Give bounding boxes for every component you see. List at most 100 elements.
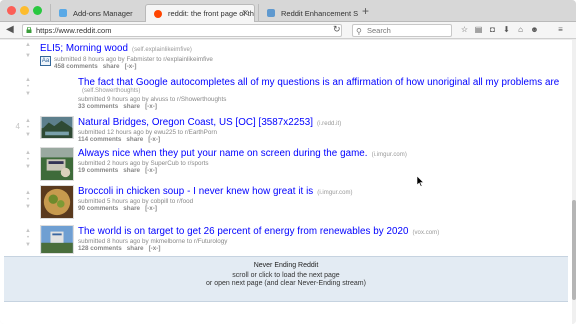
post-buttons: 458 comments share [-x-] — [54, 63, 141, 70]
share-link[interactable]: share — [127, 245, 144, 252]
comments-link[interactable]: 33 comments — [78, 103, 118, 110]
downvote-icon[interactable]: ▼ — [23, 53, 33, 59]
back-button[interactable]: ◀ — [6, 24, 14, 36]
url-text: https://www.reddit.com — [36, 26, 112, 35]
hide-link[interactable]: [-x-] — [125, 63, 137, 70]
comments-link[interactable]: 458 comments — [54, 63, 98, 70]
page-scrollbar[interactable] — [572, 40, 576, 324]
share-link[interactable]: share — [123, 205, 140, 212]
lock-icon — [26, 27, 32, 33]
res-favicon-icon — [267, 9, 275, 17]
post-domain[interactable]: (self.explainlikeimfive) — [132, 47, 192, 53]
comments-link[interactable]: 19 comments — [78, 167, 118, 174]
post-title[interactable]: ELI5; Morning wood (self.explainlikeimfiv… — [40, 43, 192, 54]
downvote-icon[interactable]: ▼ — [23, 91, 33, 97]
tab-reddit[interactable]: reddit: the front page of th... ✕ — [145, 4, 255, 22]
share-link[interactable]: share — [123, 103, 140, 110]
ner-load-next-link[interactable]: scroll or click to load the next page — [4, 272, 568, 279]
reload-button[interactable]: ↻ — [333, 24, 341, 34]
share-link[interactable]: share — [103, 63, 120, 70]
post-thumbnail[interactable] — [40, 116, 74, 139]
post-item: ▲ • ▼ Always nice when they put your nam… — [0, 146, 572, 184]
vote-controls: ▲ • ▼ — [23, 190, 33, 210]
post-score: • — [26, 83, 30, 90]
home-icon[interactable]: ⌂ — [516, 25, 525, 35]
comments-link[interactable]: 114 comments — [78, 136, 121, 143]
tab-bar: Add-ons Manager reddit: the front page o… — [0, 0, 576, 22]
post-domain[interactable]: (i.imgur.com) — [317, 190, 352, 196]
post-domain[interactable]: (self.Showerthoughts) — [82, 88, 140, 94]
never-ending-reddit-panel[interactable]: Never Ending Reddit scroll or click to l… — [4, 256, 568, 302]
vote-controls: ▲ • ▼ — [23, 150, 33, 170]
reddit-favicon-icon — [154, 10, 162, 18]
page-content: ▲ ▼ Aa ELI5; Morning wood (self.explainli… — [0, 40, 572, 324]
post-title[interactable]: The fact that Google autocompletes all o… — [78, 77, 559, 88]
hide-link[interactable]: [-x-] — [145, 205, 157, 212]
menu-icon[interactable]: ≡ — [556, 25, 565, 35]
search-icon: ⚲ — [356, 27, 362, 36]
upvote-icon[interactable]: ▲ — [23, 42, 33, 48]
post-buttons: 128 comments share [-x-] — [78, 245, 165, 252]
post-title[interactable]: The world is on target to get 26 percent… — [78, 226, 439, 237]
post-domain[interactable]: (vox.com) — [412, 230, 439, 236]
ner-open-next-page-link[interactable]: or open next page (and clear Never-Endin… — [4, 280, 568, 287]
minimize-window-button[interactable] — [20, 6, 29, 15]
vote-controls: ▲ • ▼ — [23, 228, 33, 248]
search-input[interactable]: ⚲ Search — [352, 24, 452, 37]
search-placeholder: Search — [367, 26, 391, 35]
post-thumbnail[interactable] — [40, 147, 74, 181]
extension-icon[interactable]: ☻ — [530, 25, 539, 35]
pocket-icon[interactable]: ◘ — [488, 25, 497, 35]
downvote-icon[interactable]: ▼ — [23, 204, 33, 210]
share-link[interactable]: share — [126, 136, 143, 143]
tab-label: Add-ons Manager — [73, 8, 133, 18]
post-title[interactable]: Broccoli in chicken soup - I never knew … — [78, 186, 353, 197]
post-title[interactable]: Natural Bridges, Oregon Coast, US [OC] [… — [78, 117, 341, 128]
hide-link[interactable]: [-x-] — [148, 136, 160, 143]
close-window-button[interactable] — [7, 6, 16, 15]
close-tab-icon[interactable]: ✕ — [241, 8, 249, 19]
post-item: 4 ▲ • ▼ Natural Bridges, Oregon Coast, U… — [0, 114, 572, 144]
post-tagline: submitted 8 hours ago by Fabmister to r/… — [54, 56, 213, 63]
post-thumbnail[interactable] — [40, 225, 74, 254]
hide-link[interactable]: [-x-] — [145, 103, 157, 110]
post-buttons: 19 comments share [-x-] — [78, 167, 162, 174]
post-score: • — [26, 156, 30, 163]
scrollbar-thumb[interactable] — [572, 200, 576, 300]
vote-controls: ▲ • ▼ — [23, 77, 33, 97]
post-tagline: submitted 5 hours ago by cobpill to r/fo… — [78, 198, 194, 205]
new-tab-button[interactable]: + — [362, 5, 369, 17]
addons-favicon-icon — [59, 9, 67, 17]
comments-link[interactable]: 90 comments — [78, 205, 118, 212]
downvote-icon[interactable]: ▼ — [23, 242, 33, 248]
reading-list-icon[interactable]: ▤ — [474, 25, 483, 35]
post-item: ▲ • ▼ Broccoli in chicken soup - I never… — [0, 184, 572, 222]
tab-reddit-enhancement-suite[interactable]: Reddit Enhancement Suite — [258, 4, 358, 22]
browser-window: Add-ons Manager reddit: the front page o… — [0, 0, 576, 324]
post-score: • — [26, 196, 30, 203]
maximize-window-button[interactable] — [33, 6, 42, 15]
post-title[interactable]: Always nice when they put your name on s… — [78, 148, 407, 159]
tab-addons-manager[interactable]: Add-ons Manager — [50, 4, 142, 22]
hide-link[interactable]: [-x-] — [145, 167, 157, 174]
post-thumbnail[interactable] — [40, 185, 74, 219]
hide-link[interactable]: [-x-] — [149, 245, 161, 252]
star-icon[interactable]: ☆ — [460, 25, 469, 35]
downvote-icon[interactable]: ▼ — [23, 132, 33, 138]
url-bar[interactable]: https://www.reddit.com — [22, 24, 342, 37]
download-icon[interactable]: ⬇ — [502, 25, 511, 35]
share-link[interactable]: share — [123, 167, 140, 174]
post-tagline: submitted 2 hours ago by SuperCub to r/s… — [78, 160, 209, 167]
mouse-cursor-icon — [417, 176, 425, 187]
post-domain[interactable]: (i.redd.it) — [317, 121, 341, 127]
post-buttons: 114 comments share [-x-] — [78, 136, 165, 143]
post-score: • — [26, 124, 30, 131]
downvote-icon[interactable]: ▼ — [23, 164, 33, 170]
post-domain[interactable]: (i.imgur.com) — [372, 152, 407, 158]
comments-link[interactable]: 128 comments — [78, 245, 122, 252]
post-item: ▲ ▼ Aa ELI5; Morning wood (self.explainli… — [0, 40, 572, 70]
navigation-bar: ◀ https://www.reddit.com ↻ ⚲ Search ☆ ▤ … — [0, 22, 576, 39]
post-item: ▲ • ▼ The fact that Google autocompletes… — [0, 73, 572, 111]
post-tagline: submitted 12 hours ago by ewu225 to r/Ea… — [78, 129, 217, 136]
post-buttons: 90 comments share [-x-] — [78, 205, 162, 212]
